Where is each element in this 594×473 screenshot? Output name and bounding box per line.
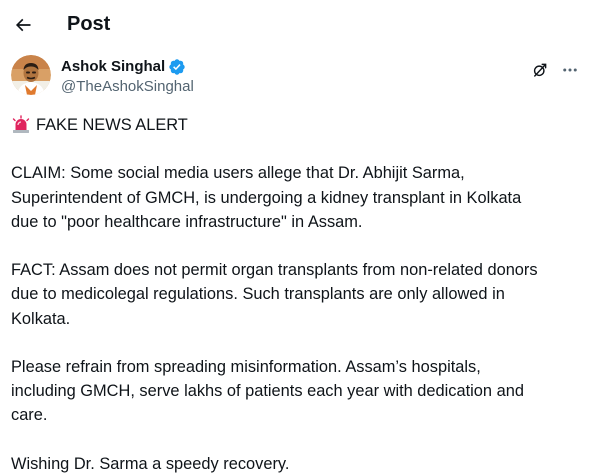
- grok-icon: [533, 63, 547, 77]
- back-button[interactable]: [6, 8, 40, 42]
- author-handle[interactable]: @TheAshokSinghal: [61, 77, 194, 97]
- post-actions: [527, 57, 583, 83]
- wishes-paragraph: Wishing Dr. Sarma a speedy recovery.: [11, 454, 290, 473]
- post-header: Post: [0, 0, 594, 50]
- fact-paragraph: FACT: Assam does not permit organ transp…: [11, 261, 538, 328]
- display-name[interactable]: Ashok Singhal: [61, 57, 165, 77]
- display-name-row: Ashok Singhal: [61, 57, 194, 77]
- avatar[interactable]: [11, 55, 51, 95]
- alert-line: FAKE NEWS ALERT: [11, 113, 583, 137]
- alert-text: FAKE NEWS ALERT: [36, 116, 188, 134]
- page-title: Post: [67, 13, 111, 35]
- author-names: Ashok Singhal @TheAshokSinghal: [61, 57, 194, 97]
- arrow-left-icon: [15, 18, 31, 32]
- claim-paragraph: CLAIM: Some social media users allege th…: [11, 164, 522, 231]
- more-horizontal-icon: [563, 68, 577, 72]
- post-view: Post Ashok Singhal @TheAshokSinghal FAKE…: [0, 0, 594, 473]
- siren-icon: [11, 115, 31, 135]
- more-options-button[interactable]: [557, 57, 583, 83]
- verified-badge-icon: [168, 58, 186, 76]
- post-text: FAKE NEWS ALERT CLAIM: Some social media…: [11, 113, 583, 473]
- post-author: Ashok Singhal @TheAshokSinghal: [11, 55, 583, 99]
- request-paragraph: Please refrain from spreading misinforma…: [11, 357, 524, 425]
- grok-button[interactable]: [527, 57, 553, 83]
